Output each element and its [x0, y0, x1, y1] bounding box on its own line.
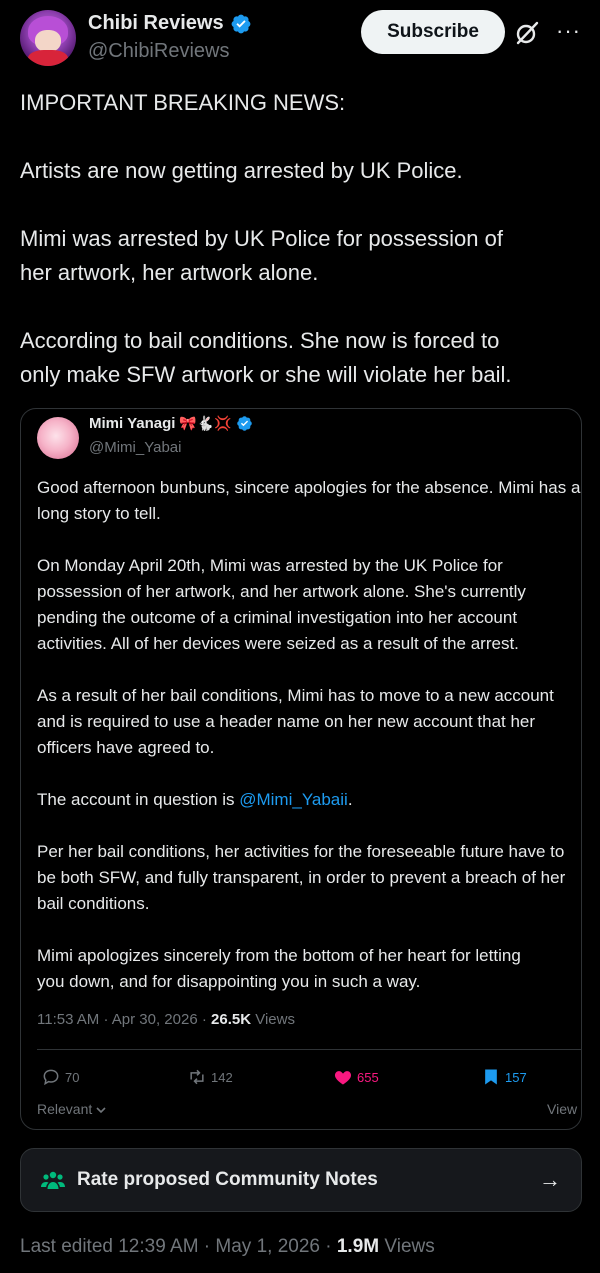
quoted-views-label: Views [255, 1011, 295, 1028]
verified-badge-icon [231, 14, 251, 33]
quoted-line: be both SFW, and fully transparent, in o… [37, 868, 566, 887]
quoted-line: Per her bail conditions, her activities … [37, 842, 565, 861]
quoted-line: you down, and for disappointing you in s… [37, 972, 421, 991]
views-label: Views [384, 1236, 435, 1257]
quoted-line: activities. All of her devices were seiz… [37, 634, 519, 653]
post-paragraph: Artists are now getting arrested by UK P… [20, 158, 463, 183]
quoted-line: officers have agreed to. [37, 738, 215, 757]
repost-icon [190, 1069, 204, 1085]
quoted-line: The account in question is @Mimi_Yabaii. [37, 787, 581, 813]
reply-button[interactable]: 70 [41, 1067, 79, 1087]
author-handle[interactable]: @ChibiReviews [88, 40, 229, 63]
post-paragraph: only make SFW artwork or she will violat… [20, 362, 512, 387]
quoted-date[interactable]: Apr 30, 2026 [112, 1011, 198, 1028]
sort-dropdown[interactable]: Relevant [37, 1101, 106, 1117]
quoted-line-text: The account in question is [37, 790, 240, 809]
quoted-line: long story to tell. [37, 504, 161, 523]
post-header: Chibi Reviews @ChibiReviews Subscribe ··… [20, 10, 582, 68]
community-notes-button[interactable]: Rate proposed Community Notes → [20, 1148, 582, 1212]
quoted-avatar[interactable] [37, 417, 79, 459]
quoted-name-emoji: 🎀🐇💢 [179, 415, 232, 431]
people-icon [41, 1171, 65, 1189]
quoted-display-name[interactable]: Mimi Yanagi [89, 415, 175, 432]
post-text: IMPORTANT BREAKING NEWS: Artists are now… [20, 86, 582, 392]
post-paragraph: IMPORTANT BREAKING NEWS: [20, 90, 346, 115]
author-display-name[interactable]: Chibi Reviews [88, 12, 224, 35]
post-paragraph: Mimi was arrested by UK Police for posse… [20, 226, 503, 251]
views-count: 1.9M [336, 1236, 380, 1257]
quoted-line-text: . [347, 790, 353, 809]
edited-timestamp[interactable]: Last edited 12:39 AM · May 1, 2026 · [20, 1236, 337, 1257]
sort-label: Relevant [37, 1101, 93, 1117]
post-paragraph: her artwork, her artwork alone. [20, 260, 319, 285]
quoted-line: Good afternoon bunbuns, sincere apologie… [37, 478, 581, 497]
heart-icon [334, 1071, 352, 1085]
quoted-text: Good afternoon bunbuns, sincere apologie… [37, 475, 581, 995]
post-footer: Last edited 12:39 AM · May 1, 2026 · 1.9… [20, 1236, 435, 1258]
avatar[interactable] [20, 10, 76, 66]
bookmark-button[interactable]: 157 [481, 1067, 527, 1087]
divider [37, 1049, 581, 1050]
arrow-right-icon: → [539, 1167, 561, 1192]
post-paragraph: According to bail conditions. She now is… [20, 328, 500, 353]
quoted-line: possession of her artwork, and her artwo… [37, 582, 526, 601]
reply-count: 70 [65, 1069, 80, 1085]
like-count: 655 [357, 1069, 379, 1085]
mention-link[interactable]: @Mimi_Yabaii [239, 790, 348, 809]
quoted-line: As a result of her bail conditions, Mimi… [37, 686, 554, 705]
quoted-views-count: 26.5K [211, 1011, 252, 1028]
view-link[interactable]: View [547, 1101, 577, 1117]
community-notes-label: Rate proposed Community Notes [77, 1169, 378, 1190]
quoted-line: and is required to use a header name on … [37, 712, 536, 731]
quoted-line: On Monday April 20th, Mimi was arrested … [37, 556, 503, 575]
like-button[interactable]: 655 [333, 1067, 379, 1087]
quoted-line: Mimi apologizes sincerely from the botto… [37, 946, 521, 965]
more-icon[interactable]: ··· [556, 18, 581, 44]
grok-icon[interactable] [514, 20, 540, 46]
quoted-line: bail conditions. [37, 894, 150, 913]
subscribe-button[interactable]: Subscribe [361, 10, 505, 54]
author-name-row: Chibi Reviews [88, 12, 252, 35]
bookmark-count: 157 [505, 1069, 527, 1085]
quoted-post[interactable]: Mimi Yanagi 🎀🐇💢 @Mimi_Yabai Good afterno… [20, 408, 582, 1130]
repost-button[interactable]: 142 [187, 1067, 233, 1087]
quoted-name-row: Mimi Yanagi 🎀🐇💢 [89, 415, 253, 432]
verified-badge-icon [236, 416, 252, 431]
quoted-meta: 11:53 AM · Apr 30, 2026 · 26.5K Views [37, 1011, 295, 1028]
repost-count: 142 [211, 1069, 233, 1085]
quoted-handle[interactable]: @Mimi_Yabai [89, 439, 181, 456]
bookmark-icon [485, 1069, 497, 1085]
reply-icon [43, 1069, 59, 1086]
quoted-line: pending the outcome of a criminal invest… [37, 608, 518, 627]
chevron-down-icon [96, 1107, 106, 1114]
quoted-time[interactable]: 11:53 AM [37, 1011, 99, 1028]
